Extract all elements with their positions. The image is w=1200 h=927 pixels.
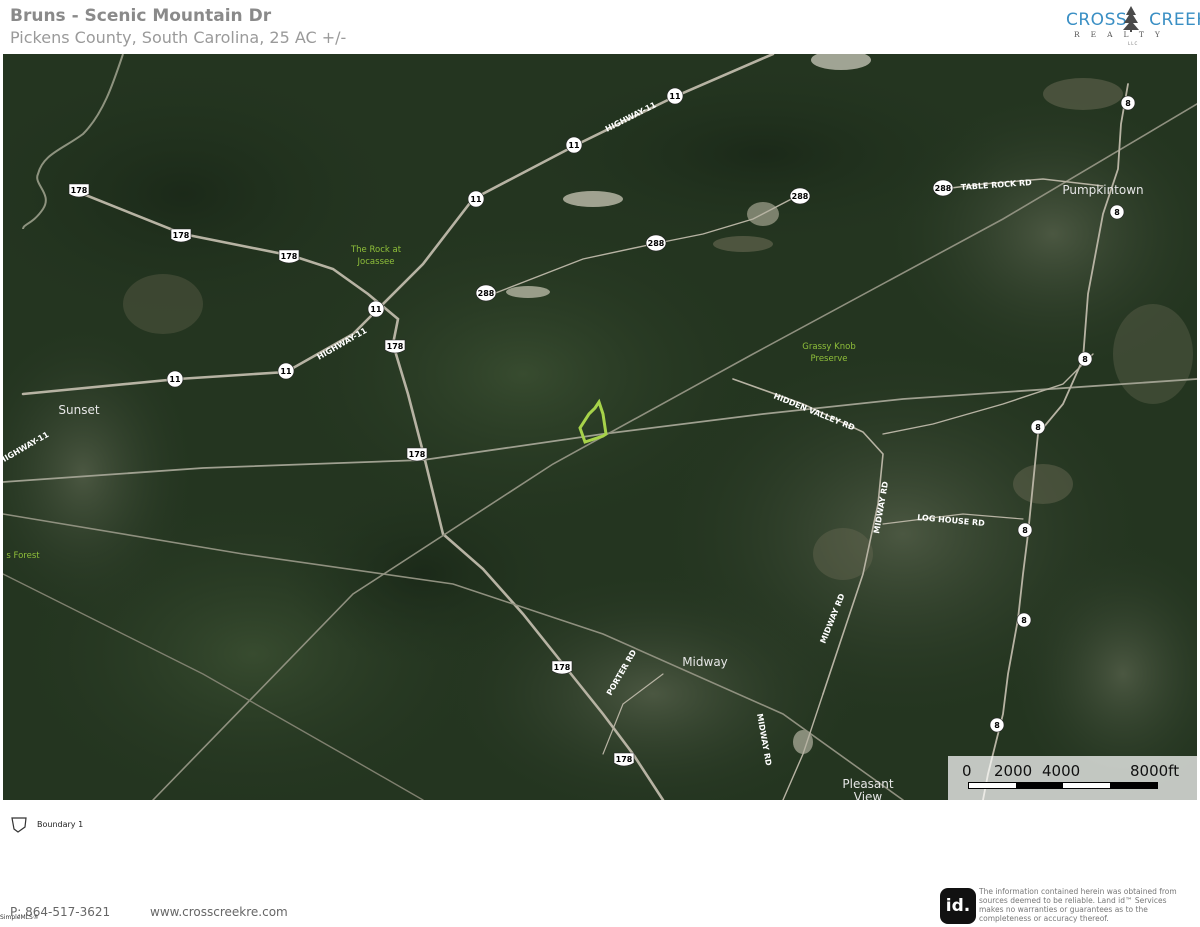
terrain-layer <box>3 54 1197 800</box>
shield-label: 8 <box>1125 99 1131 108</box>
scale-segment <box>969 783 1016 788</box>
scale-label: 4000 <box>1042 762 1081 780</box>
route-178-shield: 178 <box>170 228 192 243</box>
legend-label: Boundary 1 <box>37 820 84 829</box>
shield-label: 8 <box>1035 423 1041 432</box>
route-8-shield: 8 <box>989 717 1005 733</box>
place-sunset: Sunset <box>58 403 99 417</box>
shield-label: 178 <box>554 663 571 672</box>
shield-label: 178 <box>616 755 633 764</box>
label-rock-1: The Rock at <box>350 245 402 255</box>
shield-label: 8 <box>1114 208 1120 217</box>
shield-label: 178 <box>281 252 298 261</box>
shield-label: 178 <box>71 186 88 195</box>
pine-tree-icon <box>1123 6 1139 32</box>
route-8-shield: 8 <box>1030 419 1046 435</box>
landid-logo-icon: id. <box>940 888 976 924</box>
mls-watermark: SimpleMLS® <box>0 914 39 921</box>
scale-labels: 0 2000 4000 8000ft <box>962 762 1192 780</box>
shield-label: 8 <box>994 721 1000 730</box>
shield-label: 288 <box>478 289 495 298</box>
route-8-shield: 8 <box>1016 612 1032 628</box>
page-subtitle: Pickens County, South Carolina, 25 AC +/… <box>10 28 347 47</box>
label-grassy-2: Preserve <box>811 354 848 364</box>
route-8-shield: 8 <box>1120 95 1136 111</box>
shield-label: 8 <box>1022 526 1028 535</box>
route-178-shield: 178 <box>551 660 573 675</box>
route-11-shield: 11 <box>565 136 583 154</box>
page-title: Bruns - Scenic Mountain Dr <box>10 6 272 26</box>
route-178-shield: 178 <box>406 447 428 462</box>
shield-label: 11 <box>470 195 482 204</box>
scale-segment <box>1110 783 1157 788</box>
label-rock-2: Jocassee <box>357 257 395 267</box>
route-11-shield: 11 <box>166 370 184 388</box>
place-midway: Midway <box>682 655 728 669</box>
map-canvas[interactable]: The Rock at Jocassee Grassy Knob Preserv… <box>3 54 1197 800</box>
shield-label: 288 <box>648 239 665 248</box>
route-178-shield: 178 <box>68 183 90 198</box>
route-288-shield: 288 <box>932 179 954 197</box>
footer-disclaimer: The information contained herein was obt… <box>979 887 1177 923</box>
logo-tagline: REALTY <box>1074 30 1171 39</box>
shield-label: 178 <box>409 450 426 459</box>
place-pumpkintown: Pumpkintown <box>1062 183 1143 197</box>
satellite-map[interactable]: The Rock at Jocassee Grassy Knob Preserv… <box>3 54 1197 800</box>
scale-bar <box>968 782 1158 789</box>
shield-label: 11 <box>280 367 292 376</box>
route-288-shield: 288 <box>475 284 497 302</box>
route-178-shield: 178 <box>278 249 300 264</box>
route-288-shield: 288 <box>645 234 667 252</box>
logo-word-creek: CREEK <box>1149 10 1200 30</box>
route-11-shield: 11 <box>467 190 485 208</box>
footer-website-link[interactable]: www.crosscreekre.com <box>150 905 288 919</box>
shield-label: 11 <box>669 92 681 101</box>
page-header: Bruns - Scenic Mountain Dr Pickens Count… <box>0 0 1200 54</box>
route-178-shield: 178 <box>613 752 635 767</box>
route-178-shield: 178 <box>384 339 406 354</box>
place-pleasant-2: View <box>854 790 883 800</box>
scale-segment <box>1016 783 1063 788</box>
shield-label: 288 <box>792 192 809 201</box>
shield-label: 11 <box>568 141 580 150</box>
route-8-shield: 8 <box>1109 204 1125 220</box>
company-logo[interactable]: CROSS CREEK REALTY LLC <box>1066 6 1200 48</box>
logo-suffix: LLC <box>1128 41 1139 46</box>
label-forest: s Forest <box>6 551 40 561</box>
label-grassy-1: Grassy Knob <box>802 342 855 352</box>
route-11-shield: 11 <box>367 300 385 318</box>
shield-label: 178 <box>387 342 404 351</box>
route-11-shield: 11 <box>666 87 684 105</box>
map-scale: 0 2000 4000 8000ft <box>948 756 1197 800</box>
scale-label: 8000ft <box>1130 762 1180 780</box>
scale-label: 2000 <box>994 762 1033 780</box>
scale-segment <box>1063 783 1110 788</box>
shield-label: 288 <box>935 184 952 193</box>
route-11-shield: 11 <box>277 362 295 380</box>
boundary-legend-icon <box>11 817 27 833</box>
shield-label: 11 <box>370 305 382 314</box>
route-288-shield: 288 <box>789 187 811 205</box>
place-pleasant-1: Pleasant <box>842 777 894 791</box>
shield-label: 178 <box>173 231 190 240</box>
shield-label: 11 <box>169 375 181 384</box>
logo-word-cross: CROSS <box>1066 10 1128 30</box>
route-8-shield: 8 <box>1017 522 1033 538</box>
shield-label: 8 <box>1021 616 1027 625</box>
route-8-shield: 8 <box>1077 351 1093 367</box>
scale-label: 0 <box>962 762 972 780</box>
shield-label: 8 <box>1082 355 1088 364</box>
